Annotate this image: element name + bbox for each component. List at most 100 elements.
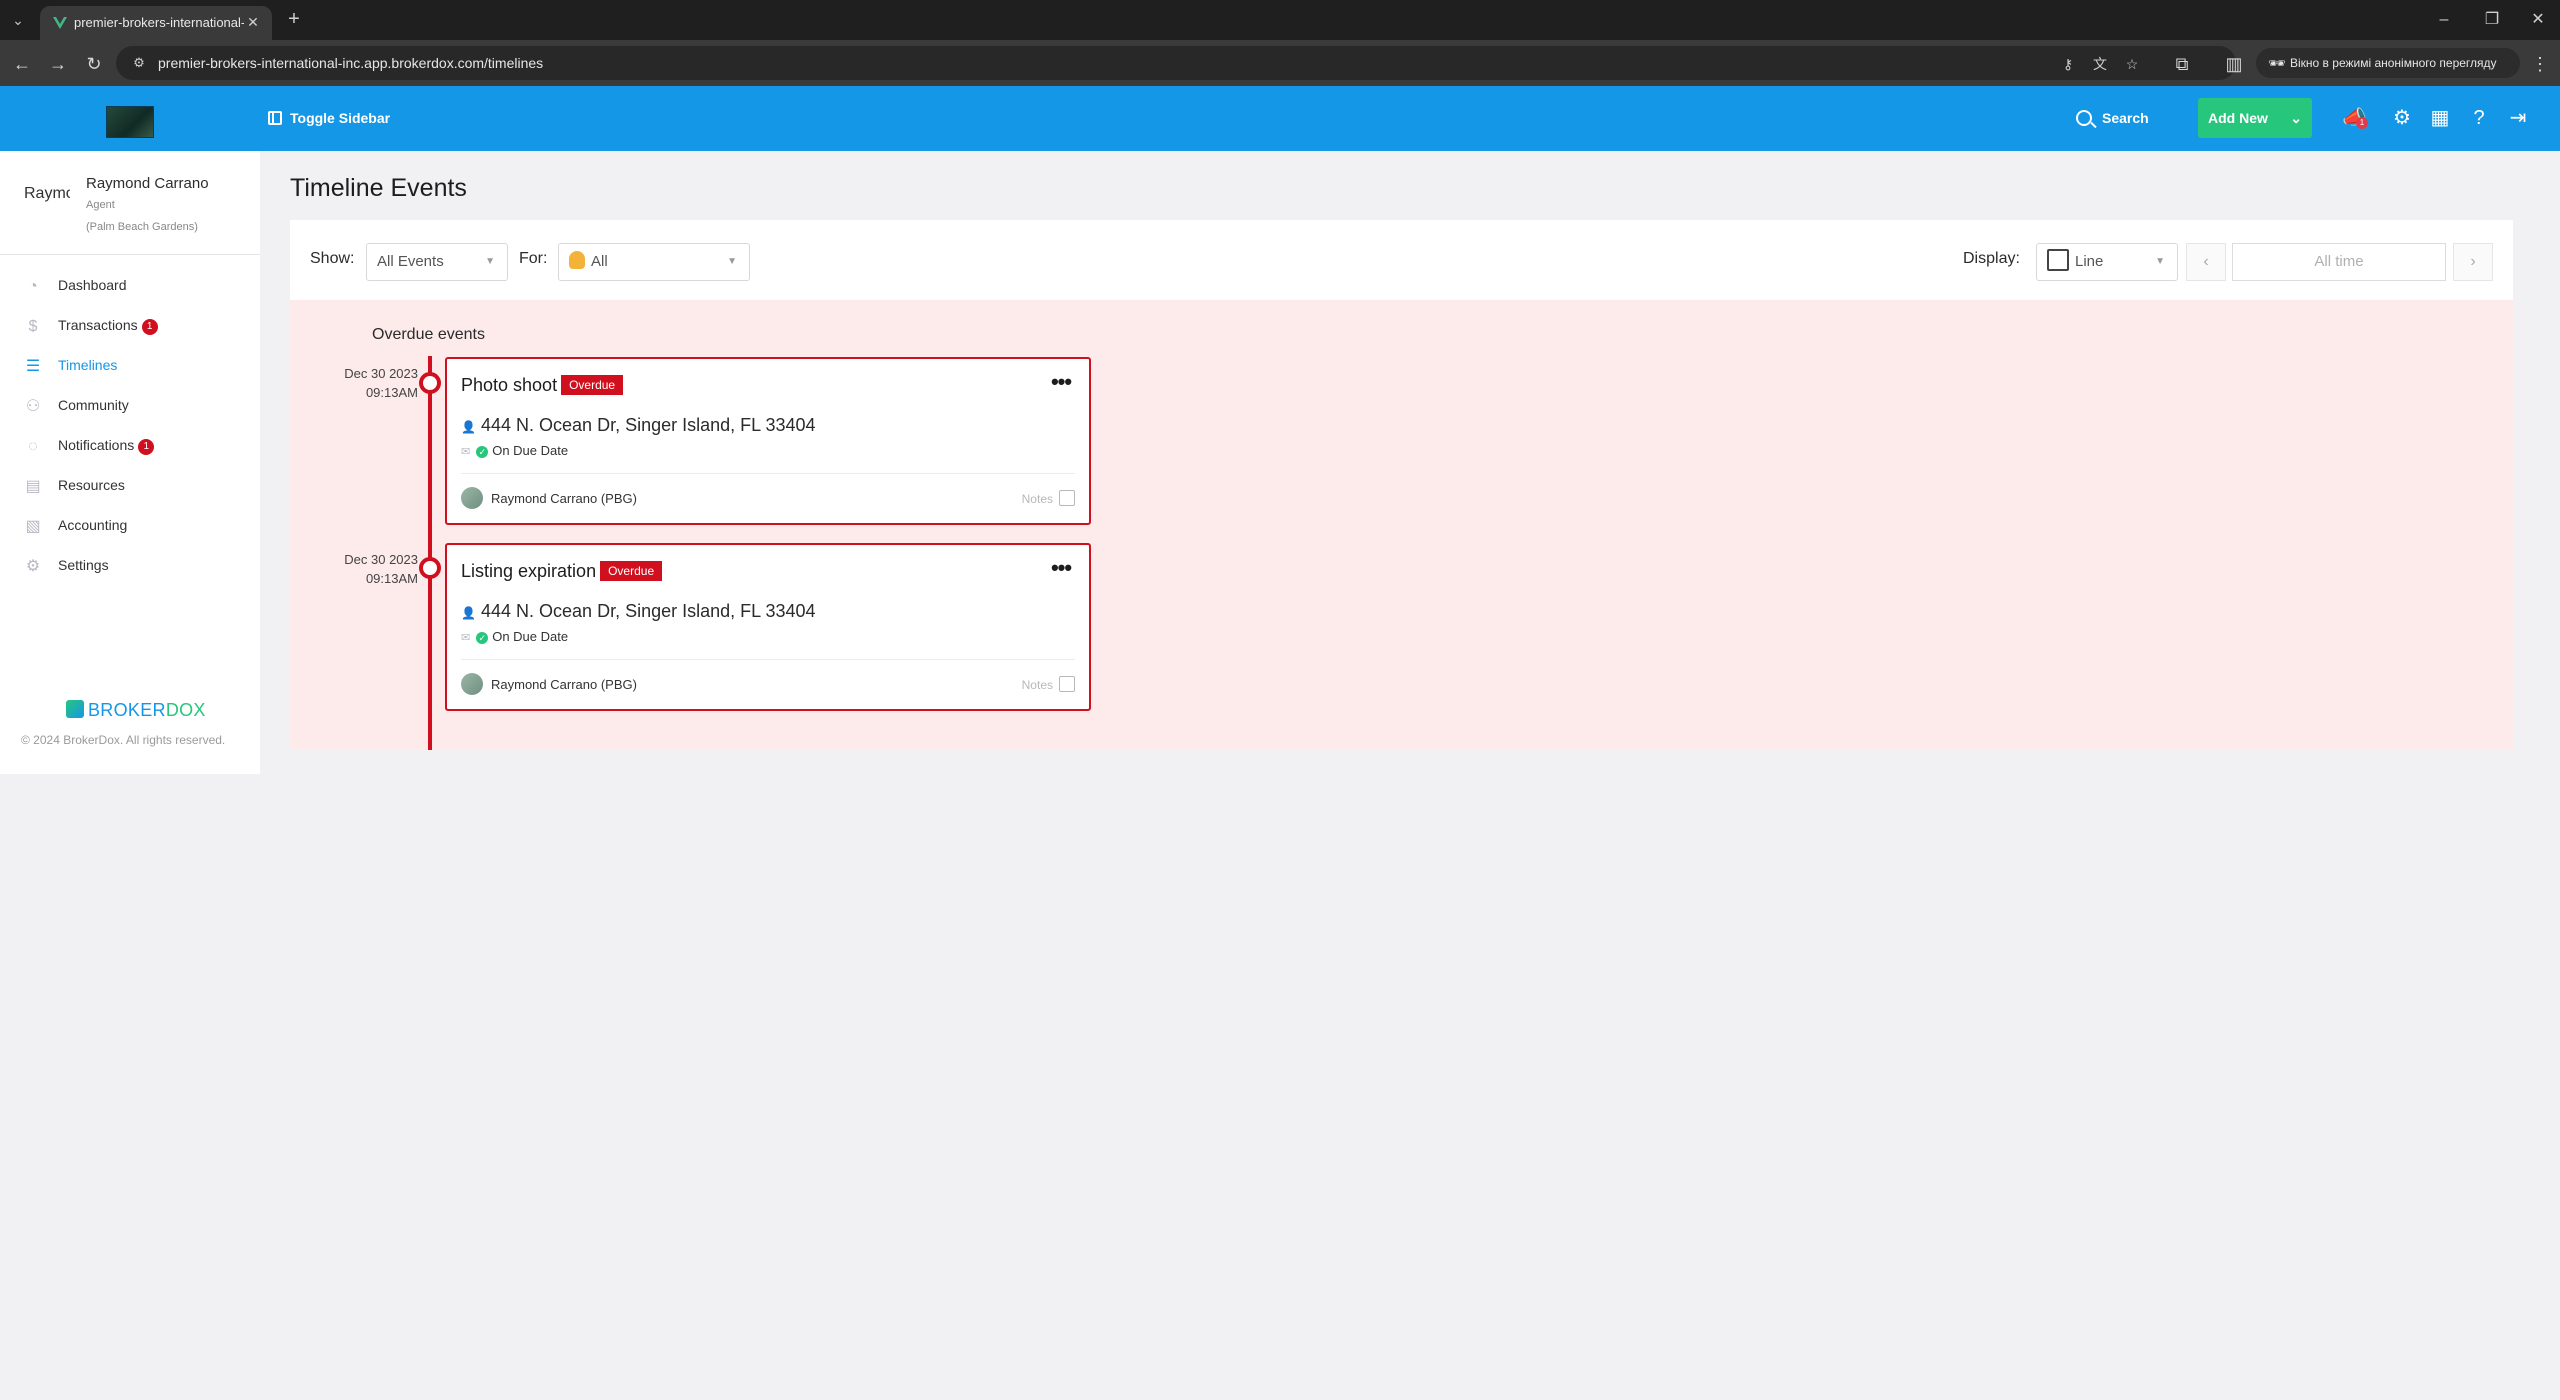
forward-arrow-icon[interactable]: → [44, 50, 72, 78]
notes-button[interactable]: Notes [1022, 487, 1075, 511]
event-title: Photo shoot Overdue [461, 375, 624, 396]
event-time: 09:13AM [365, 385, 418, 400]
toggle-sidebar-label: Toggle Sidebar [290, 110, 391, 126]
for-select-value: All [591, 253, 608, 270]
address-bar[interactable]: ⚙ premier-brokers-international-inc.app.… [116, 46, 2236, 80]
translate-icon[interactable]: 文 [2090, 54, 2110, 74]
for-select[interactable]: All ▼ [558, 243, 750, 281]
timeline-panel: Overdue events Dec 30 2023 09:13AM Photo… [290, 300, 2513, 750]
display-select[interactable]: Line ▼ [2036, 243, 2178, 281]
site-info-icon[interactable]: ⚙ [130, 54, 148, 72]
sidebar-item-label: Resources [58, 477, 125, 493]
check-icon: ✓ [476, 446, 489, 458]
next-period-button[interactable]: › [2453, 243, 2493, 281]
search-button[interactable]: Search [2076, 104, 2149, 132]
gear-icon: ⚙ [25, 558, 41, 575]
sidebar-item-label: Notifications [58, 437, 135, 453]
add-new-label: Add New [2208, 110, 2268, 126]
sidebar-item-label: Accounting [58, 517, 128, 533]
event-time: 09:13AM [365, 571, 418, 586]
minimize-icon[interactable]: – [2424, 6, 2464, 34]
incognito-indicator[interactable]: 🕶 Вікно в режимі анонімного перегляду [2256, 48, 2520, 78]
sidebar-item-notifications[interactable]: ◌ Notifications 1 [22, 433, 155, 457]
timeline-line-icon [2047, 249, 2069, 271]
new-tab-plus-icon[interactable]: + [282, 8, 306, 32]
search-label: Search [2102, 110, 2149, 126]
password-key-icon[interactable]: ⚷ [2058, 54, 2078, 74]
agent-avatar-icon [569, 251, 585, 269]
event-owner: Raymond Carrano (PBG) [461, 487, 637, 511]
event-card[interactable]: Listing expiration Overdue ••• 👤 444 N. Oc… [445, 543, 1091, 711]
sidebar-item-accounting[interactable]: ▧ Accounting [22, 513, 127, 537]
timeline-icon: ☰ [25, 358, 41, 375]
extensions-icon[interactable]: ⧉ [2168, 50, 2196, 78]
toggle-sidebar-button[interactable]: Toggle Sidebar [268, 108, 390, 128]
card-divider [461, 473, 1075, 474]
brand-dox-text: DOX [165, 700, 206, 720]
show-label: Show: [310, 250, 355, 267]
card-divider [461, 659, 1075, 660]
for-label: For: [519, 250, 548, 267]
restore-icon[interactable]: ❐ [2472, 6, 2512, 34]
window-close-icon[interactable]: ✕ [2518, 6, 2558, 34]
user-office: (Palm Beach Gardens) [86, 221, 198, 233]
event-date: Dec 30 2023 [344, 552, 418, 567]
date-range-input[interactable]: All time [2232, 243, 2446, 281]
dashboard-icon: ◔ [28, 278, 38, 295]
user-role: Agent [86, 199, 115, 211]
browser-tab[interactable]: premier-brokers-international- ✕ [40, 6, 272, 40]
incognito-label: Вікно в режимі анонімного перегляду [2290, 56, 2497, 70]
sidebar: Raymon Raymond Carrano Agent (Palm Beach… [0, 151, 260, 774]
sidebar-item-settings[interactable]: ⚙ Settings [22, 553, 109, 577]
notes-button[interactable]: Notes [1022, 673, 1075, 697]
tab-title: premier-brokers-international- [74, 15, 244, 30]
sidebar-item-transactions[interactable]: $ Transactions 1 [22, 313, 158, 337]
company-logo[interactable] [106, 106, 154, 138]
tab-list-chevron-icon[interactable]: ⌄ [6, 8, 30, 32]
add-new-button[interactable]: Add New ⌄ [2198, 98, 2312, 138]
sidebar-item-resources[interactable]: ▤ Resources [22, 473, 125, 497]
bookmark-star-icon[interactable]: ☆ [2122, 54, 2142, 74]
gear-icon[interactable]: ⚙ [2390, 106, 2414, 130]
logout-icon[interactable]: ⇥ [2506, 106, 2530, 130]
event-title-text: Listing expiration [461, 561, 597, 581]
help-icon[interactable]: ? [2467, 106, 2491, 130]
sidebar-item-timelines[interactable]: ☰ Timelines [22, 353, 118, 377]
timeline-marker [419, 557, 441, 579]
notes-icon [1059, 676, 1075, 692]
back-arrow-icon[interactable]: ← [8, 50, 36, 78]
event-status: ✉ ✓ On Due Date [461, 443, 568, 458]
event-owner-name: Raymond Carrano (PBG) [491, 677, 637, 692]
browser-menu-icon[interactable]: ⋮ [2528, 50, 2552, 78]
event-card[interactable]: Photo shoot Overdue ••• 👤 444 N. Ocean Dr,… [445, 357, 1091, 525]
chevron-down-icon[interactable]: ⌄ [2290, 98, 2302, 138]
event-address-text: 444 N. Ocean Dr, Singer Island, FL 33404 [481, 601, 816, 621]
show-select[interactable]: All Events ▼ [366, 243, 508, 281]
sidebar-item-community[interactable]: ⚇ Community [22, 393, 129, 417]
overdue-badge: Overdue [561, 375, 624, 395]
event-date: Dec 30 2023 [344, 366, 418, 381]
sidebar-item-dashboard[interactable]: ◔ Dashboard [22, 273, 126, 297]
caret-down-icon: ▼ [727, 256, 737, 267]
url-text[interactable]: premier-brokers-international-inc.app.br… [158, 55, 543, 71]
notes-label: Notes [1021, 678, 1053, 692]
tab-close-icon[interactable]: ✕ [244, 13, 262, 31]
notes-icon [1059, 490, 1075, 506]
sidebar-toggle-icon [268, 111, 282, 125]
previous-period-button[interactable]: ‹ [2186, 243, 2226, 281]
more-options-icon[interactable]: ••• [1047, 557, 1075, 583]
filter-bar: Show: All Events ▼ For: All ▼ Display: L… [290, 220, 2513, 300]
event-datetime: Dec 30 2023 09:13AM [290, 550, 418, 588]
incognito-icon: 🕶 [2268, 55, 2286, 71]
reload-icon[interactable]: ↻ [80, 50, 108, 78]
side-panel-icon[interactable]: ▥ [2220, 50, 2248, 78]
calculator-icon[interactable]: ▦ [2428, 106, 2452, 130]
event-datetime: Dec 30 2023 09:13AM [290, 364, 418, 402]
dollar-icon: $ [28, 318, 38, 335]
avatar[interactable]: Raymon [24, 183, 70, 227]
show-select-value: All Events [377, 253, 444, 270]
more-options-icon[interactable]: ••• [1047, 371, 1075, 397]
person-icon: 👤 [461, 420, 476, 434]
display-label: Display: [1963, 250, 2020, 267]
check-icon: ✓ [476, 632, 489, 644]
